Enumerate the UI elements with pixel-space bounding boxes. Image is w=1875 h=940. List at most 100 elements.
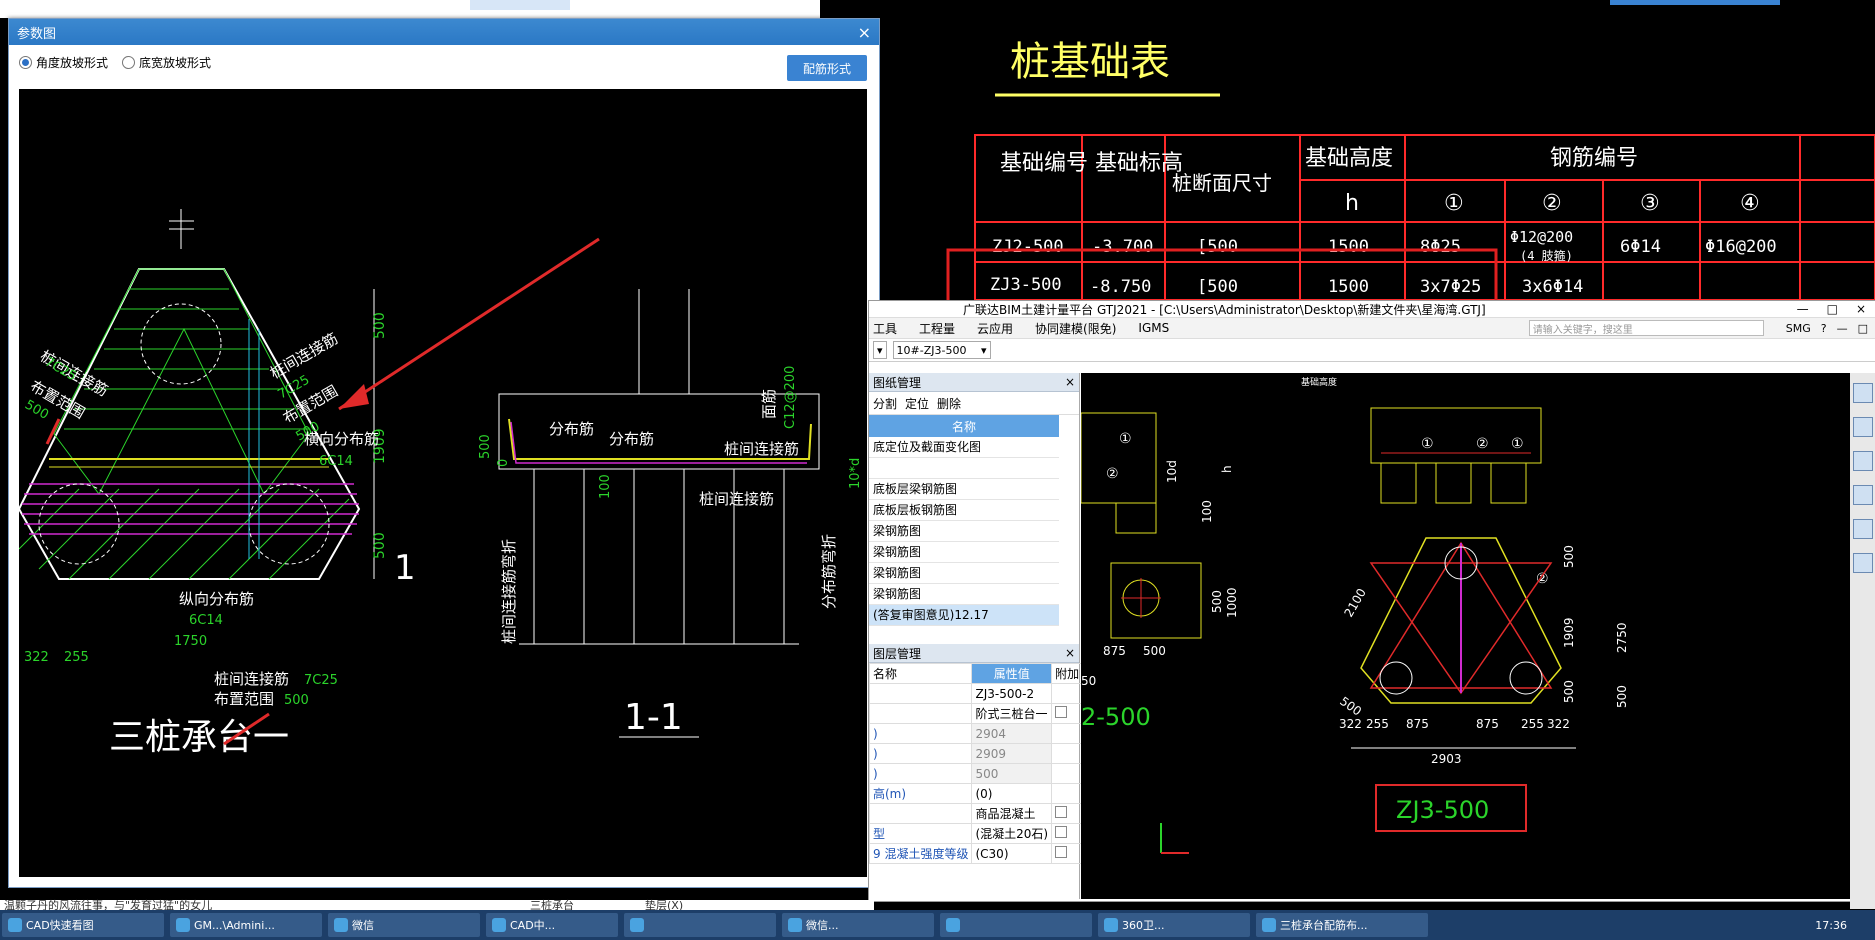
prop-value[interactable]: 阶式三桩台一 [971, 703, 1053, 724]
taskbar-item[interactable]: 360卫... [1098, 913, 1250, 937]
prop-value[interactable]: 商品混凝土 [971, 803, 1053, 824]
view-3d-icon[interactable] [1853, 383, 1873, 403]
split-button[interactable]: 分割 [873, 395, 897, 412]
grid-icon[interactable] [1853, 553, 1873, 573]
minimize-icon[interactable]: — [1797, 302, 1809, 316]
background-image-fragment [470, 0, 570, 10]
parameter-dialog: 参数图 × 角度放坡形式 底宽放坡形式 配筋形式 500 1909 500 桩间… [8, 18, 880, 888]
taskbar-item[interactable]: 微信 [328, 913, 480, 937]
view-top-icon[interactable] [1853, 451, 1873, 471]
gtj-drawing-canvas[interactable]: 基础高度 875 500 500 1000 100 10d h 50 ① ② 2… [1080, 373, 1861, 899]
cad-r0-c8: Φ16@200 [1705, 237, 1777, 257]
drawing-list-item[interactable]: 梁钢筋图 [869, 563, 1059, 584]
gtj-circle-b: ② [1106, 466, 1119, 482]
taskbar-item[interactable]: CAD快速看图 [2, 913, 164, 937]
gtj-right-tools: SMG ? — □ [1786, 322, 1875, 335]
cad-header-0: 基础编号 [1000, 151, 1088, 176]
drawing-pane-title: 图纸管理 [873, 375, 922, 390]
view-front-icon[interactable] [1853, 485, 1873, 505]
checkbox[interactable] [1055, 806, 1068, 818]
section-label-100: 100 [598, 474, 613, 499]
layer-pane-header: 图层管理 × [869, 644, 1079, 663]
prop-extra[interactable] [1051, 823, 1084, 844]
prop-extra [1051, 783, 1084, 804]
drawing-list-item[interactable]: 梁钢筋图 [869, 542, 1059, 563]
radio-checked-icon [19, 55, 32, 69]
pane-close-icon[interactable]: × [1065, 375, 1075, 389]
menu-tools[interactable]: 工具 [873, 320, 897, 337]
taskbar-item[interactable]: GM...\Admini... [170, 913, 322, 937]
drawing-list-item[interactable]: 梁钢筋图 [869, 584, 1059, 605]
search-input[interactable]: 请输入关键字，搜这里 [1528, 320, 1764, 336]
prop-extra[interactable] [1051, 803, 1084, 824]
gtj-circle-a: ① [1119, 431, 1132, 447]
taskbar-item[interactable] [940, 913, 1092, 937]
prop-extra[interactable] [1051, 843, 1084, 864]
props-col-value: 属性值 [971, 663, 1053, 684]
menu-collab[interactable]: 协同建模(限免) [1035, 320, 1116, 337]
menu-quantity[interactable]: 工程量 [919, 320, 955, 337]
taskbar-item[interactable]: CAD中... [486, 913, 618, 937]
window-close-icon[interactable]: × [1856, 302, 1866, 316]
prop-value[interactable]: (C30) [971, 843, 1053, 864]
rotate-icon[interactable] [1853, 519, 1873, 539]
delete-button[interactable]: 删除 [937, 395, 961, 412]
floor-dropdown[interactable]: ▾ [873, 341, 887, 359]
locate-button[interactable]: 定位 [905, 395, 929, 412]
radio-unchecked-icon [122, 55, 136, 69]
element-dropdown[interactable]: 10#-ZJ3-500 ▾ [892, 341, 991, 359]
cad-header-5: 钢筋编号 [1550, 146, 1638, 171]
prop-value[interactable]: (0) [971, 783, 1053, 804]
close-icon[interactable]: × [858, 23, 871, 42]
clock[interactable]: 17:36 [1815, 919, 1875, 932]
dialog-title: 参数图 [17, 26, 57, 42]
gtj-dim-diag-0: 2100 [1341, 586, 1368, 619]
drawing-list-item[interactable]: 底板层板钢筋图 [869, 500, 1059, 521]
drawing-list-item[interactable]: 底板层梁钢筋图 [869, 479, 1059, 500]
cad-r0-c1: -3.700 [1092, 237, 1153, 257]
maximize-icon[interactable]: □ [1827, 302, 1838, 316]
gtj-part-left: 2-500 [1081, 703, 1151, 731]
radio-width-slope[interactable]: 底宽放坡形式 [122, 54, 211, 71]
gtj-dim-875a: 875 [1103, 644, 1126, 658]
help-icon[interactable]: ? [1821, 322, 1827, 335]
drawing-list-item[interactable] [869, 458, 1059, 479]
prop-value[interactable]: ZJ3-500-2 [971, 683, 1053, 704]
drawing-list-item[interactable]: 底定位及截面变化图 [869, 437, 1059, 458]
drawing-list-item-selected[interactable]: (答复审图意见)12.17 [869, 605, 1059, 626]
prop-name: ) [868, 763, 973, 784]
prop-name: ) [868, 723, 973, 744]
cad-header-2: 桩断面尺寸 [1172, 171, 1272, 195]
rebar-form-button[interactable]: 配筋形式 [787, 55, 867, 81]
radio-width-label: 底宽放坡形式 [139, 55, 212, 70]
checkbox[interactable] [1055, 706, 1068, 718]
slope-options: 角度放坡形式 底宽放坡形式 [9, 45, 879, 79]
app-icon [630, 918, 644, 932]
pane-close-icon[interactable]: × [1065, 646, 1075, 660]
menu-igms[interactable]: IGMS [1138, 321, 1169, 335]
minimize-ribbon-icon[interactable]: — [1837, 322, 1848, 335]
gtj-circle-d: ② [1476, 436, 1489, 452]
view-2d-icon[interactable] [1853, 417, 1873, 437]
label-longitudinal-bar: 纵向分布筋 [179, 590, 254, 608]
element-selector-bar: ▾ 10#-ZJ3-500 ▾ [869, 339, 1875, 362]
checkbox[interactable] [1055, 826, 1068, 838]
menu-cloud[interactable]: 云应用 [977, 320, 1013, 337]
smg-button[interactable]: SMG [1786, 322, 1811, 335]
taskbar-label: GM...\Admini... [194, 918, 275, 932]
prop-extra[interactable] [1051, 703, 1084, 724]
taskbar-item[interactable]: 三桩承台配筋布... [1256, 913, 1428, 937]
gtj-dim-side-0: 500 [1562, 545, 1576, 568]
restore-icon[interactable]: □ [1858, 322, 1868, 335]
taskbar-item[interactable] [624, 913, 776, 937]
table-row: 高(m) (0) [868, 783, 1084, 804]
app-icon [1262, 918, 1276, 932]
drawing-list-item[interactable]: 梁钢筋图 [869, 521, 1059, 542]
taskbar-item[interactable]: 微信... [782, 913, 934, 937]
cad-r1-c1: -8.750 [1090, 277, 1151, 297]
label-255: 255 [64, 650, 89, 665]
radio-angle-slope[interactable]: 角度放坡形式 [19, 54, 108, 71]
prop-value[interactable]: (混凝土20石) [971, 823, 1053, 844]
section-label-inter-a: 桩间连接筋 [724, 440, 799, 458]
checkbox[interactable] [1055, 846, 1068, 858]
